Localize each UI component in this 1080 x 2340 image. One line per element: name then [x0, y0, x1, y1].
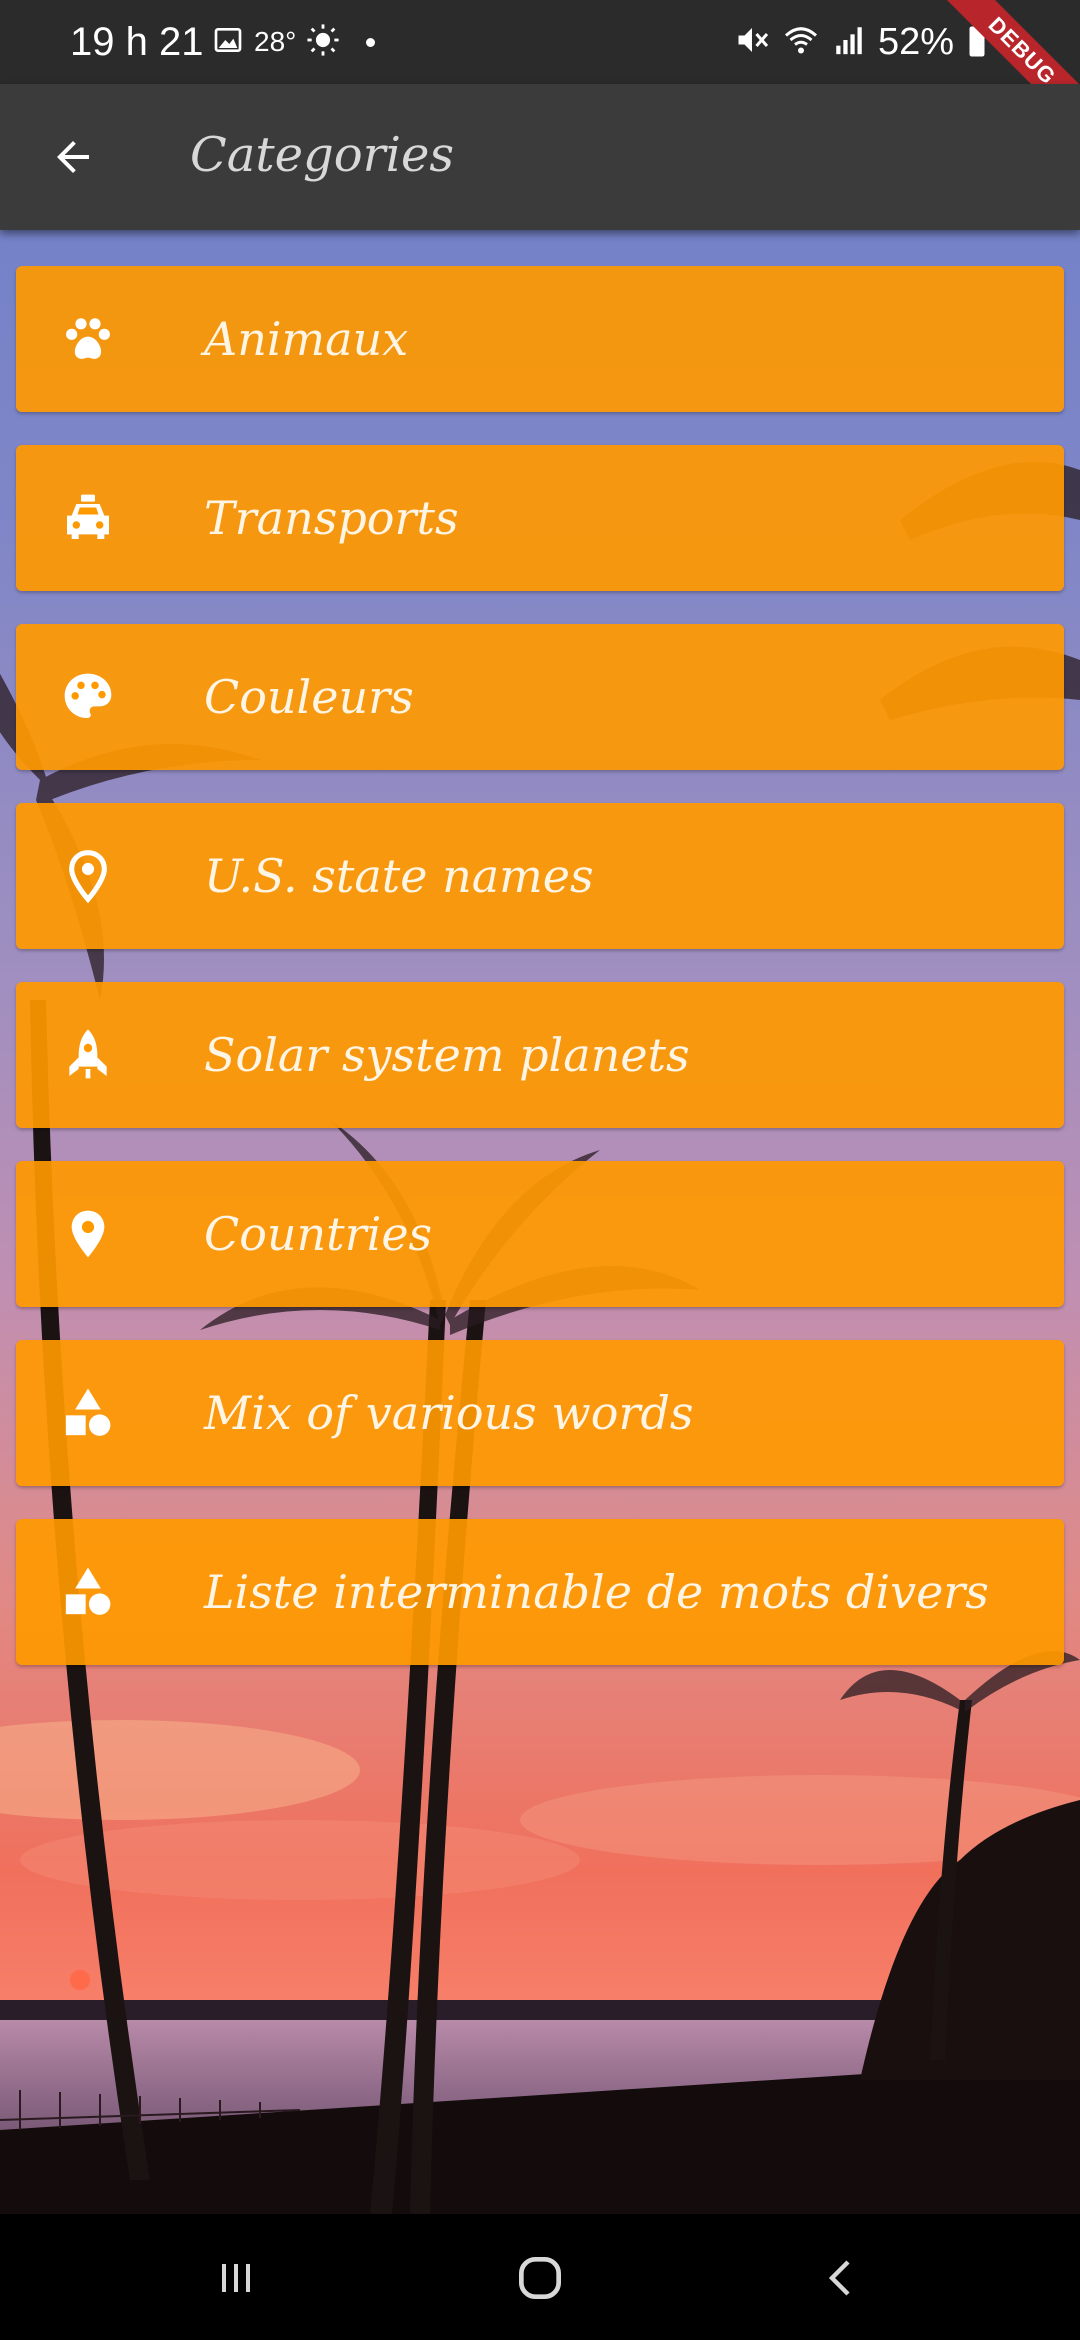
category-label: Transports — [204, 491, 459, 545]
notification-dot — [366, 37, 376, 47]
category-label: Solar system planets — [204, 1028, 690, 1082]
category-item-liste-interminable[interactable]: Liste interminable de mots divers — [16, 1519, 1064, 1665]
back-button[interactable] — [40, 124, 106, 190]
category-label: Countries — [204, 1207, 433, 1261]
home-button[interactable] — [504, 2242, 576, 2314]
category-item-couleurs[interactable]: Couleurs — [16, 624, 1064, 770]
home-icon — [519, 2257, 561, 2299]
page-title: Categories — [190, 127, 454, 183]
shapes-icon — [60, 1564, 116, 1620]
status-left-icons: 28° — [212, 22, 376, 62]
rocket-icon — [60, 1027, 116, 1083]
app-bar: Categories — [0, 84, 1080, 230]
status-temperature: 28° — [254, 26, 297, 57]
category-item-transports[interactable]: Transports — [16, 445, 1064, 591]
status-bar: 19 h 21 28° 52% DEBUG — [0, 0, 1080, 148]
taxi-icon — [60, 490, 116, 546]
status-right-icons: 52% — [734, 20, 988, 64]
category-label: Animaux — [204, 312, 409, 366]
category-label: Mix of various words — [204, 1386, 694, 1440]
category-label: Couleurs — [204, 670, 414, 724]
arrow-left-icon — [57, 141, 89, 173]
category-item-mix-of-various-words[interactable]: Mix of various words — [16, 1340, 1064, 1486]
status-time: 19 h 21 — [70, 20, 204, 64]
paw-icon — [60, 311, 116, 367]
system-navigation-bar — [0, 2214, 1080, 2340]
battery-percent: 52% — [877, 20, 954, 63]
category-item-us-state-names[interactable]: U.S. state names — [16, 803, 1064, 949]
shapes-icon — [60, 1385, 116, 1441]
recent-apps-icon — [222, 2264, 250, 2292]
location-pin-icon — [60, 1206, 116, 1262]
image-icon — [212, 24, 244, 60]
mute-icon — [734, 22, 770, 62]
recent-apps-button[interactable] — [200, 2242, 272, 2314]
palette-icon — [60, 669, 116, 725]
back-icon — [828, 2260, 850, 2296]
weather-sun-icon — [306, 23, 340, 61]
category-item-countries[interactable]: Countries — [16, 1161, 1064, 1307]
location-pin-outline-icon — [60, 848, 116, 904]
category-label: Liste interminable de mots divers — [204, 1565, 989, 1619]
category-label: U.S. state names — [204, 849, 594, 903]
category-list: Animaux Transports Couleurs U.S. state n… — [16, 266, 1064, 1698]
wifi-icon — [782, 22, 820, 62]
category-item-solar-system-planets[interactable]: Solar system planets — [16, 982, 1064, 1128]
category-item-animaux[interactable]: Animaux — [16, 266, 1064, 412]
signal-icon — [832, 23, 866, 61]
nav-back-button[interactable] — [806, 2242, 878, 2314]
